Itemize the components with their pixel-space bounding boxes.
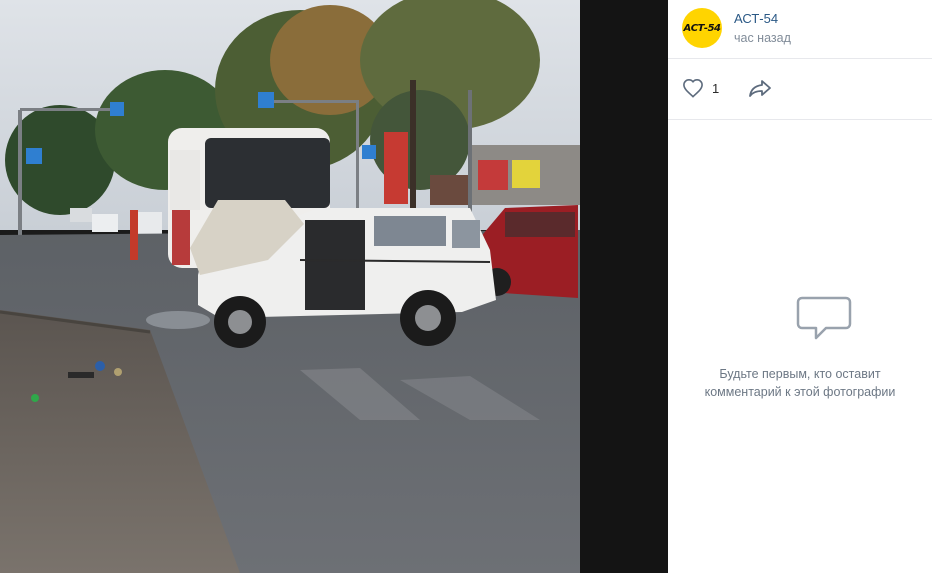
like-button[interactable]: 1	[682, 78, 719, 98]
share-arrow-icon	[749, 80, 771, 97]
comments-empty-state: Будьте первым, кто оставит комментарий к…	[668, 120, 932, 573]
viewer-backdrop[interactable]	[580, 0, 668, 573]
accident-photo	[0, 0, 580, 573]
post-time[interactable]: час назад	[734, 31, 791, 45]
author-name[interactable]: АСТ-54	[734, 11, 778, 26]
empty-comments-line2: комментарий к этой фотографии	[704, 385, 896, 399]
empty-comments-line1: Будьте первым, кто оставит	[719, 367, 881, 381]
photo-viewer: АСТ-54 АСТ-54 час назад 1 Будьте первым,…	[0, 0, 932, 573]
photo[interactable]	[0, 0, 580, 573]
like-count: 1	[712, 80, 720, 96]
photo-sidebar: АСТ-54 АСТ-54 час назад 1 Будьте первым,…	[668, 0, 932, 573]
avatar-logo: АСТ-54	[683, 22, 721, 34]
heart-icon	[683, 78, 703, 98]
comment-bubble-icon	[796, 296, 852, 340]
post-actions: 1	[668, 59, 932, 120]
empty-comments-text: Будьте первым, кто оставит комментарий к…	[668, 365, 932, 401]
post-header: АСТ-54 АСТ-54 час назад	[668, 0, 932, 59]
share-button[interactable]	[748, 78, 772, 103]
avatar[interactable]: АСТ-54	[682, 8, 722, 48]
